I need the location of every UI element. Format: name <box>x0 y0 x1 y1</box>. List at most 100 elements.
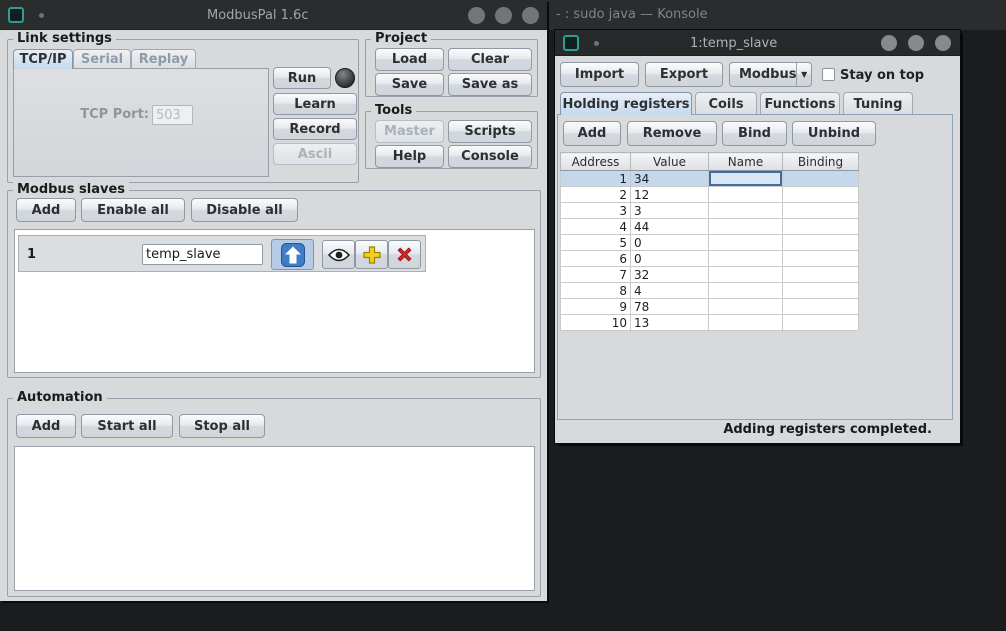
cell-binding[interactable] <box>783 235 859 251</box>
window-button-close[interactable] <box>935 35 951 51</box>
table-row[interactable]: 8 4 <box>561 283 859 299</box>
tab-holding-registers[interactable]: Holding registers <box>560 92 692 115</box>
cell-name[interactable] <box>709 299 783 315</box>
table-row[interactable]: 10 13 <box>561 315 859 331</box>
table-row[interactable]: 3 3 <box>561 203 859 219</box>
column-header-binding[interactable]: Binding <box>783 153 859 171</box>
table-row[interactable]: 7 32 <box>561 267 859 283</box>
cell-value[interactable]: 3 <box>631 203 709 219</box>
console-button[interactable]: Console <box>448 145 532 168</box>
cell-name[interactable] <box>709 267 783 283</box>
modbuspal-titlebar[interactable]: ModbusPal 1.6c <box>0 0 547 30</box>
unbind-button[interactable]: Unbind <box>792 121 876 146</box>
slave-editor-titlebar[interactable]: 1:temp_slave <box>555 30 960 56</box>
column-header-value[interactable]: Value <box>631 153 709 171</box>
stop-all-button[interactable]: Stop all <box>179 414 265 438</box>
remove-register-button[interactable]: Remove <box>627 121 717 146</box>
cell-value[interactable]: 0 <box>631 251 709 267</box>
cell-address[interactable]: 4 <box>561 219 631 235</box>
cell-binding[interactable] <box>783 203 859 219</box>
cell-value[interactable]: 0 <box>631 235 709 251</box>
cell-name[interactable] <box>709 235 783 251</box>
tab-tcpip[interactable]: TCP/IP <box>13 49 73 69</box>
cell-binding[interactable] <box>783 187 859 203</box>
link-settings-group: Link settings TCP/IP Serial Replay TCP P… <box>7 39 359 183</box>
cell-address[interactable]: 8 <box>561 283 631 299</box>
window-button-maximize[interactable] <box>908 35 924 51</box>
column-header-name[interactable]: Name <box>709 153 783 171</box>
table-row[interactable]: 4 44 <box>561 219 859 235</box>
add-slave-button[interactable]: Add <box>16 198 76 222</box>
cell-value[interactable]: 34 <box>631 171 709 187</box>
cell-name[interactable] <box>709 315 783 331</box>
show-slave-button[interactable] <box>322 240 355 269</box>
tab-serial[interactable]: Serial <box>73 49 131 69</box>
window-button-maximize[interactable] <box>495 7 512 24</box>
cell-value[interactable]: 32 <box>631 267 709 283</box>
help-button[interactable]: Help <box>375 145 444 168</box>
add-automation-button[interactable]: Add <box>16 414 76 438</box>
start-all-button[interactable]: Start all <box>81 414 173 438</box>
tab-replay[interactable]: Replay <box>131 49 196 69</box>
cell-address[interactable]: 1 <box>561 171 631 187</box>
learn-button[interactable]: Learn <box>273 93 357 115</box>
stay-on-top-checkbox[interactable] <box>822 68 835 81</box>
cell-name[interactable] <box>709 219 783 235</box>
table-row[interactable]: 1 34 <box>561 171 859 187</box>
tab-tuning[interactable]: Tuning <box>843 92 913 115</box>
cell-value[interactable]: 13 <box>631 315 709 331</box>
window-button-close[interactable] <box>522 7 539 24</box>
add-register-button[interactable]: Add <box>563 121 621 146</box>
table-row[interactable]: 6 0 <box>561 251 859 267</box>
cell-value[interactable]: 4 <box>631 283 709 299</box>
clear-button[interactable]: Clear <box>448 48 532 71</box>
cell-name[interactable] <box>709 171 783 187</box>
tab-functions[interactable]: Functions <box>760 92 840 115</box>
cell-value[interactable]: 12 <box>631 187 709 203</box>
table-row[interactable]: 2 12 <box>561 187 859 203</box>
cell-name[interactable] <box>709 283 783 299</box>
duplicate-slave-button[interactable] <box>355 240 388 269</box>
scripts-button[interactable]: Scripts <box>448 120 532 143</box>
export-button[interactable]: Export <box>645 62 723 87</box>
cell-address[interactable]: 9 <box>561 299 631 315</box>
cell-address[interactable]: 7 <box>561 267 631 283</box>
cell-binding[interactable] <box>783 283 859 299</box>
enable-all-button[interactable]: Enable all <box>81 198 185 222</box>
cell-address[interactable]: 5 <box>561 235 631 251</box>
window-button-minimize[interactable] <box>468 7 485 24</box>
cell-name[interactable] <box>709 251 783 267</box>
cell-name[interactable] <box>709 203 783 219</box>
cell-binding[interactable] <box>783 315 859 331</box>
chevron-down-icon[interactable]: ▼ <box>796 63 811 86</box>
save-button[interactable]: Save <box>375 73 444 96</box>
load-button[interactable]: Load <box>375 48 444 71</box>
cell-address[interactable]: 6 <box>561 251 631 267</box>
save-as-button[interactable]: Save as <box>448 73 532 96</box>
cell-value[interactable]: 44 <box>631 219 709 235</box>
cell-address[interactable]: 2 <box>561 187 631 203</box>
implementation-combobox[interactable]: Modbus ▼ <box>729 62 812 87</box>
slave-name-input[interactable] <box>142 244 263 265</box>
cell-binding[interactable] <box>783 267 859 283</box>
column-header-address[interactable]: Address <box>561 153 631 171</box>
table-row[interactable]: 9 78 <box>561 299 859 315</box>
table-row[interactable]: 5 0 <box>561 235 859 251</box>
delete-slave-button[interactable] <box>388 240 421 269</box>
cell-binding[interactable] <box>783 219 859 235</box>
cell-value[interactable]: 78 <box>631 299 709 315</box>
run-button[interactable]: Run <box>273 67 331 89</box>
tab-coils[interactable]: Coils <box>695 92 757 115</box>
cell-binding[interactable] <box>783 251 859 267</box>
import-button[interactable]: Import <box>560 62 639 87</box>
window-button-minimize[interactable] <box>881 35 897 51</box>
cell-binding[interactable] <box>783 171 859 187</box>
cell-name[interactable] <box>709 187 783 203</box>
record-button[interactable]: Record <box>273 118 357 140</box>
enable-slave-toggle[interactable] <box>271 239 314 270</box>
cell-binding[interactable] <box>783 299 859 315</box>
bind-button[interactable]: Bind <box>722 121 787 146</box>
disable-all-button[interactable]: Disable all <box>191 198 298 222</box>
cell-address[interactable]: 3 <box>561 203 631 219</box>
cell-address[interactable]: 10 <box>561 315 631 331</box>
